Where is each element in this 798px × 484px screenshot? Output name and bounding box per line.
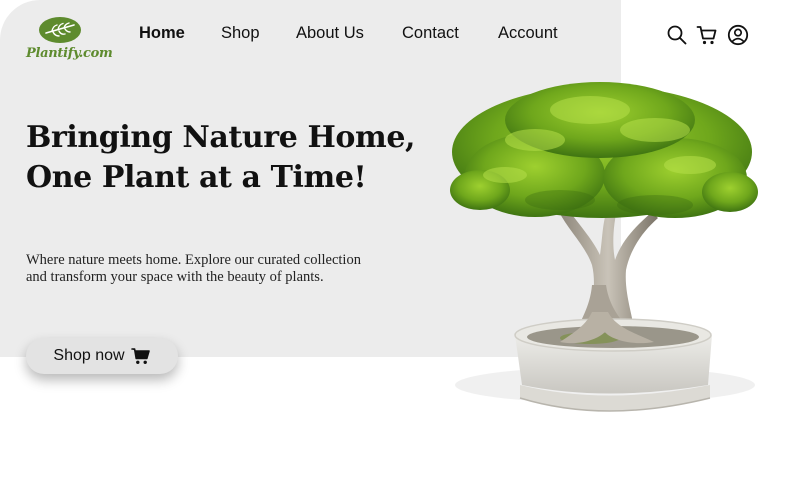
bonsai-tree-image: [450, 82, 758, 412]
nav-item-shop[interactable]: Shop: [221, 24, 260, 43]
search-icon[interactable]: [666, 24, 688, 46]
subcopy-line-1: Where nature meets home. Explore our cur…: [26, 252, 361, 268]
shop-now-button[interactable]: Shop now: [26, 338, 178, 374]
hero-subcopy: Where nature meets home. Explore our cur…: [26, 252, 406, 286]
subcopy-line-2: and transform your space with the beauty…: [26, 269, 324, 285]
hero-headline: Bringing Nature Home, One Plant at a Tim…: [26, 118, 426, 198]
user-account-icon[interactable]: [727, 24, 749, 46]
nav-item-contact[interactable]: Contact: [402, 24, 459, 43]
nav-item-about-us[interactable]: About Us: [296, 24, 364, 43]
headline-line-1: Bringing Nature Home,: [26, 120, 416, 155]
brand-name: Plantify.com: [26, 46, 113, 61]
leaf-logo-icon: [39, 17, 81, 43]
shop-now-label: Shop now: [53, 347, 125, 364]
header-icons: [666, 24, 750, 46]
headline-line-2: One Plant at a Time!: [26, 160, 367, 195]
nav-item-home[interactable]: Home: [139, 24, 185, 43]
nav-item-account[interactable]: Account: [498, 24, 558, 43]
brand-logo[interactable]: Plantify.com: [26, 16, 113, 68]
cart-icon[interactable]: [696, 24, 718, 46]
cart-icon: [130, 348, 150, 364]
